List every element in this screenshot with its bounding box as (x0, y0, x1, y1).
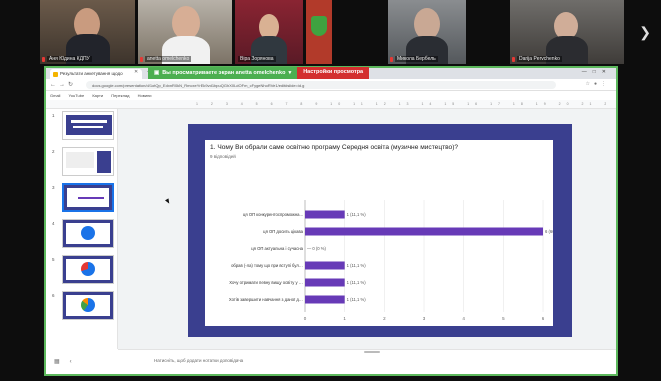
category-label: Хочу отримати певну вищу освіту у … (229, 280, 303, 285)
slide-thumbnail[interactable] (62, 111, 114, 140)
category-label: обрав (-ла) тому що при вступі бул… (231, 263, 303, 268)
viewing-screen-text: Вы просматриваете экран anetta omelchenk… (162, 70, 286, 76)
shared-screen: Результати анкетування щодо ✕ + —□✕ ←→↻ … (44, 66, 618, 376)
tab-title: Результати анкетування щодо (60, 71, 123, 76)
bookmarks-bar: Gmail YouTube Карти Переклад Новини (46, 91, 616, 100)
bar-value-label: 1 (11,1 %) (347, 263, 367, 268)
speaker-notes-placeholder: Натисніть, щоб додати нотатки доповідача (154, 358, 244, 363)
slide-thumbnail-row[interactable]: 2 (52, 147, 114, 177)
participant-name: Аня Юдина КДПУ (47, 56, 92, 62)
chevron-down-icon: ▾ (288, 70, 292, 76)
bookmark-youtube[interactable]: YouTube (69, 93, 85, 98)
bar-chart: 0 1 2 3 4 5 6 ця ОП конкурентоспроможна... 1 (11… (229, 200, 553, 321)
speaker-notes-panel[interactable]: Натисніть, щоб додати нотатки доповідача (118, 349, 616, 374)
slide-thumbnail-row[interactable]: 6 (52, 291, 114, 321)
participant-tile[interactable]: Аня Юдина КДПУ (40, 0, 135, 64)
extension-icons[interactable]: ☆●⋮ (585, 81, 610, 87)
view-toggle-icons[interactable]: ▦‹ (54, 358, 82, 365)
participant-name: anetta omelchenko (145, 56, 192, 62)
slide-number: 1 (52, 113, 55, 118)
participant-tile[interactable] (306, 0, 332, 64)
muted-mic-icon (140, 57, 143, 62)
bar (305, 295, 345, 304)
bar-value-label: 1 (11,1 %) (347, 212, 367, 217)
bar (305, 210, 345, 219)
slide-canvas: 1. Чому Ви обрали саме освітню програму … (118, 109, 616, 349)
bar (305, 278, 345, 287)
video-call-window: Аня Юдина КДПУ anetta omelchenko Віра Зо… (0, 0, 661, 381)
participant-name: Darija Pervchenko (517, 56, 562, 62)
category-label: ця ОП актуальна і сучасна (251, 246, 303, 251)
bar-value-label: 6 (66,7 %) (545, 229, 553, 234)
screen-share-bar: ▣ Вы просматриваете экран anetta omelche… (148, 67, 370, 79)
muted-mic-icon (42, 57, 45, 62)
bar-value-label: 1 (11,1 %) (347, 297, 367, 302)
slide-thumbnail-row[interactable]: 4 (52, 219, 114, 249)
browser-tab[interactable]: Результати анкетування щодо (50, 69, 142, 79)
participant-strip: Аня Юдина КДПУ anetta omelchenko Віра Зо… (40, 0, 630, 64)
participant-tile[interactable]: anetta omelchenko (138, 0, 232, 64)
slide-thumbnail[interactable] (62, 219, 114, 248)
bookmark-maps[interactable]: Карти (92, 93, 103, 98)
bookmark-news[interactable]: Новини (138, 93, 152, 98)
slide-thumbnail-selected[interactable] (62, 183, 114, 212)
muted-mic-icon (390, 57, 393, 62)
x-tick-label: 4 (462, 316, 465, 321)
resize-handle[interactable] (364, 351, 380, 353)
category-label: Хотів завершити навчання з даної д… (229, 297, 303, 302)
slide-filmstrip: 1 2 3 4 5 6 (46, 109, 118, 349)
slide-thumbnail[interactable] (62, 255, 114, 284)
bookmark-translate[interactable]: Переклад (111, 93, 129, 98)
category-label: ця ОП конкурентоспроможна... (243, 212, 303, 217)
slides-favicon-icon (53, 72, 58, 77)
x-tick-label: 6 (542, 316, 545, 321)
x-tick-label: 3 (423, 316, 426, 321)
slide-number: 4 (52, 221, 55, 226)
x-tick-label: 1 (343, 316, 346, 321)
next-participants-arrow-icon[interactable]: ❯ (639, 24, 651, 41)
close-tab-icon[interactable]: ✕ (134, 69, 138, 75)
participant-name: Віра Зорянова (238, 56, 276, 62)
slide-number: 3 (52, 185, 55, 190)
window-controls[interactable]: —□✕ (582, 69, 612, 75)
ruler: 1 2 3 4 5 6 7 8 9 10 11 12 13 14 15 16 1… (196, 102, 606, 106)
participant-tile[interactable]: Віра Зорянова (235, 0, 303, 64)
bar-value-label: 1 (11,1 %) (347, 280, 367, 285)
slide-number: 2 (52, 149, 55, 154)
current-slide[interactable]: 1. Чому Ви обрали саме освітню програму … (188, 124, 572, 337)
chart-card: 1. Чому Ви обрали саме освітню програму … (205, 140, 553, 326)
bar (305, 227, 543, 236)
slide-thumbnail-row[interactable]: 5 (52, 255, 114, 285)
view-options-button[interactable]: Настройки просмотра (297, 67, 370, 79)
emblem-image (311, 16, 327, 36)
slide-thumbnail-row[interactable]: 1 (52, 111, 114, 141)
bookmark-gmail[interactable]: Gmail (50, 93, 60, 98)
muted-mic-icon (512, 57, 515, 62)
address-row: ←→↻ docs.google.com/presentation/d/1otQp… (46, 79, 616, 91)
participant-name: Микола Бербель (395, 56, 438, 62)
bar-value-label: — 0 (0 %) (307, 246, 326, 251)
bar (305, 261, 345, 270)
category-label: ця ОП досить цікава (263, 229, 303, 234)
slide-number: 6 (52, 293, 55, 298)
x-tick-label: 0 (304, 316, 307, 321)
x-tick-label: 2 (383, 316, 386, 321)
address-bar[interactable]: docs.google.com/presentation/d/1otQp_Edx… (86, 81, 556, 89)
x-tick-label: 5 (502, 316, 505, 321)
screen-share-icon: ▣ (154, 70, 160, 76)
viewing-screen-label: ▣ Вы просматриваете экран anetta omelche… (148, 67, 298, 79)
slide-thumbnail-row[interactable]: 3 (52, 183, 114, 213)
slide-thumbnail[interactable] (62, 147, 114, 176)
participant-tile[interactable]: Darija Pervchenko (510, 0, 624, 64)
slide-number: 5 (52, 257, 55, 262)
participant-tile[interactable]: Микола Бербель (388, 0, 466, 64)
slide-thumbnail[interactable] (62, 291, 114, 320)
nav-buttons[interactable]: ←→↻ (50, 81, 76, 88)
